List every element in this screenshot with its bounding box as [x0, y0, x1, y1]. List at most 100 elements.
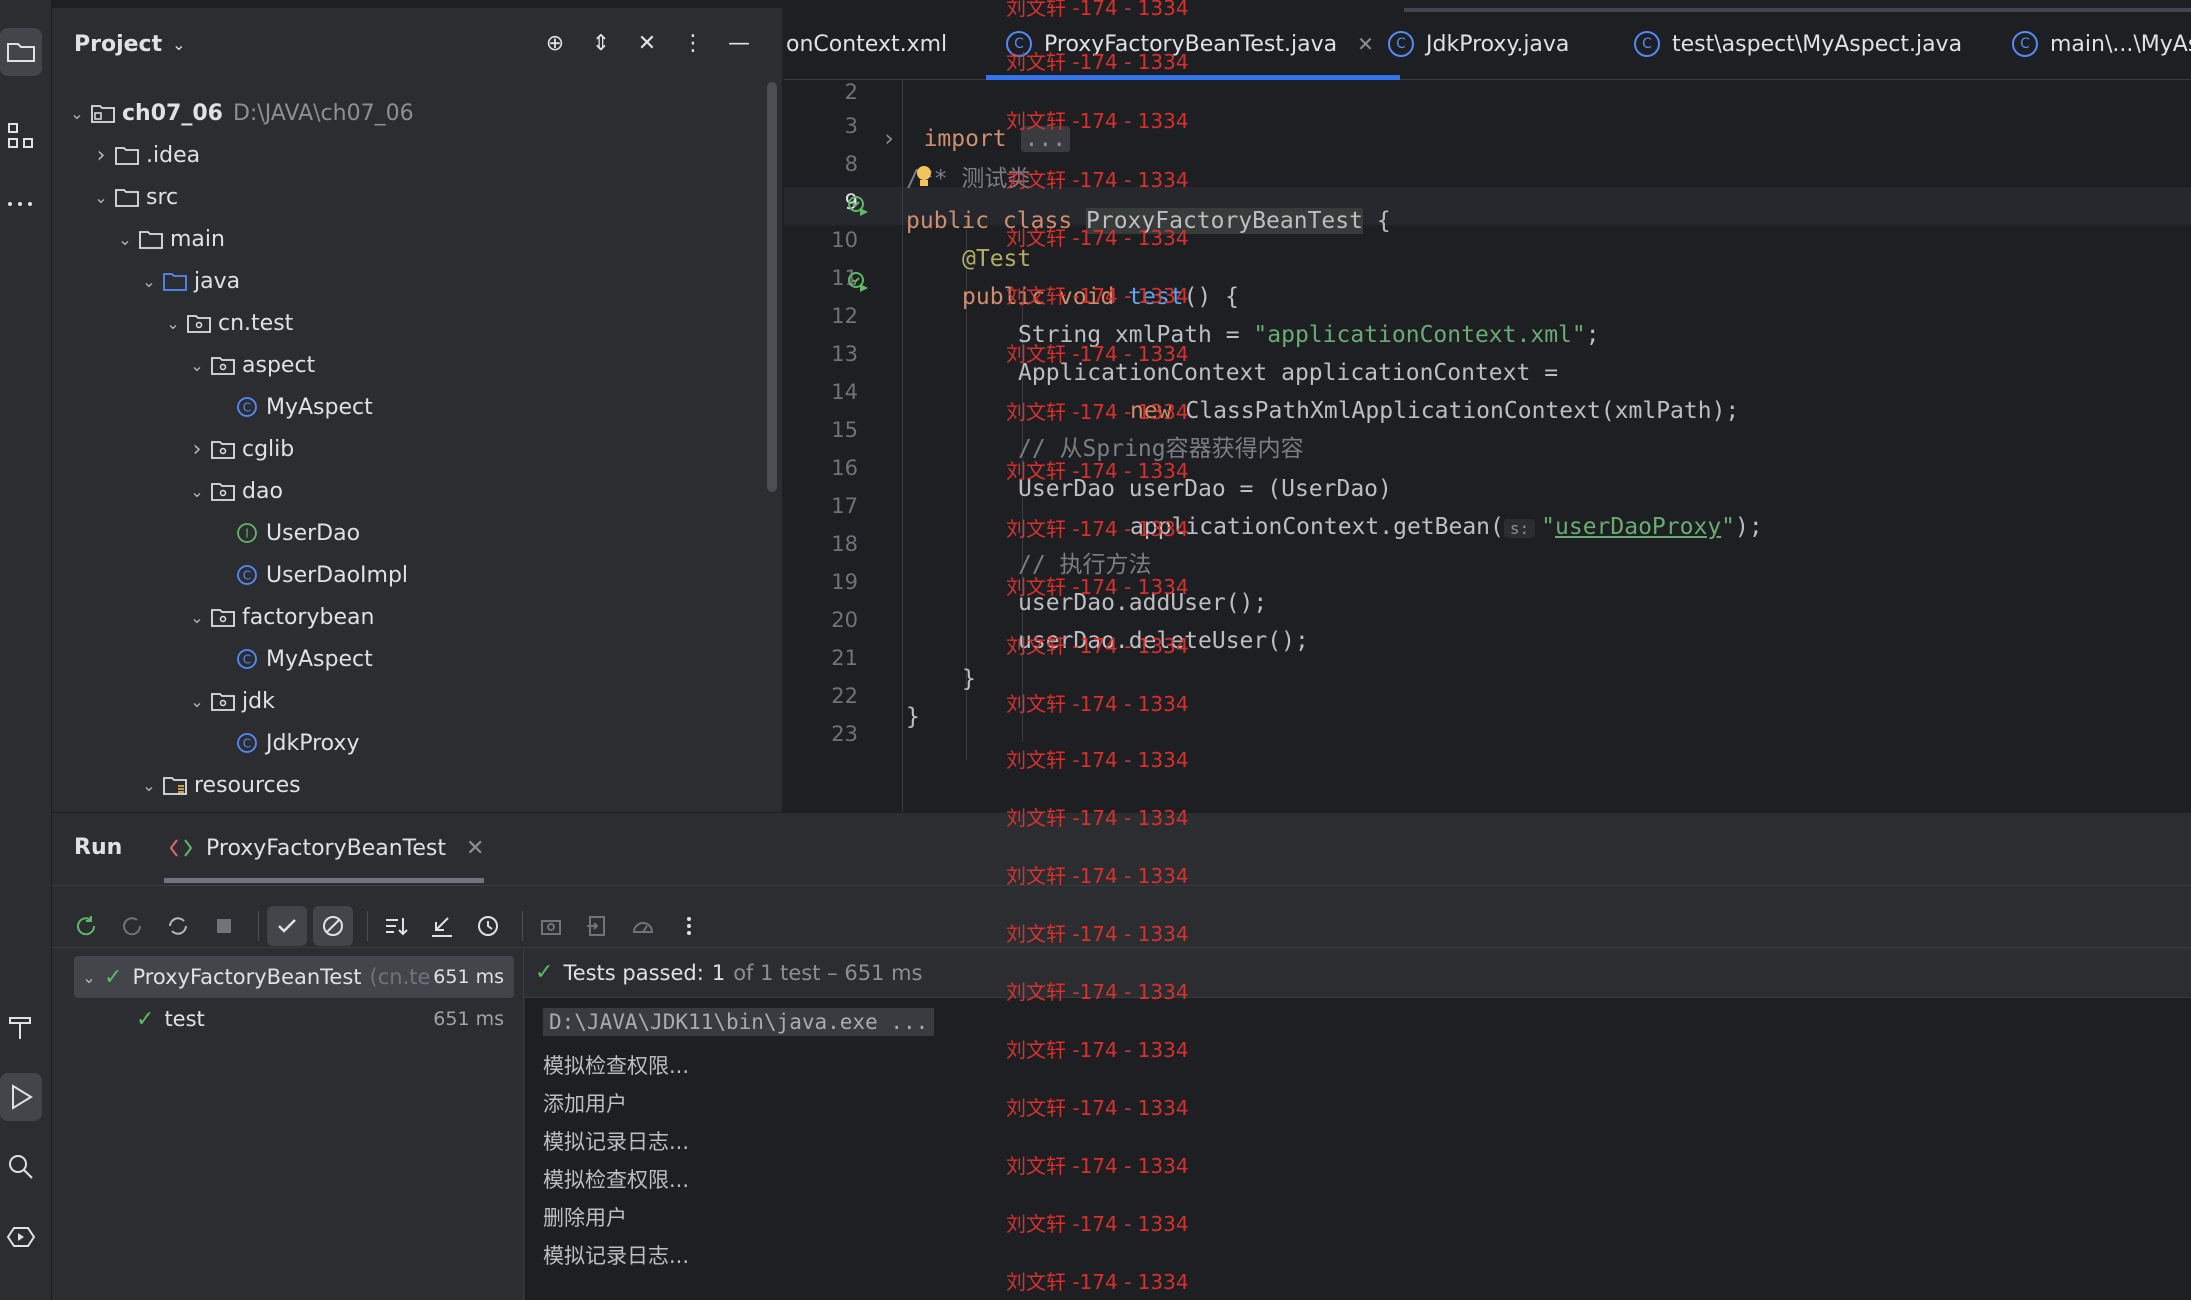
tree-item[interactable]: I UserDao	[208, 512, 360, 554]
line-number[interactable]: 3	[845, 114, 858, 138]
tab-main-myaspect[interactable]: C main\...\MyAs	[2012, 8, 2191, 80]
tree-scrollbar[interactable]	[767, 82, 777, 492]
rerun-button[interactable]	[66, 906, 106, 946]
line-number[interactable]: 10	[831, 228, 858, 252]
screenshot-button[interactable]	[531, 906, 571, 946]
passed-check-icon: ✓	[136, 1006, 155, 1032]
collapse-all-icon[interactable]: ✕	[634, 28, 660, 58]
tree-item-path: D:\JAVA\ch07_06	[232, 100, 414, 126]
tree-item[interactable]: ⌄ java	[136, 260, 240, 302]
code-area[interactable]: › import ... /** 测试类 public class ProxyF…	[882, 80, 2186, 812]
test-method-row[interactable]: ✓ test 651 ms	[74, 998, 514, 1040]
sort-button[interactable]	[376, 906, 416, 946]
find-tool-button[interactable]	[0, 1143, 42, 1191]
tree-item[interactable]: C UserDaoImpl	[208, 554, 408, 596]
locate-icon[interactable]: ⊕	[542, 28, 568, 58]
chevron-down-icon[interactable]: ⌄	[112, 230, 138, 249]
services-tool-button[interactable]	[0, 1213, 42, 1261]
tree-item[interactable]: C JdkProxy	[208, 722, 359, 764]
close-icon[interactable]: ✕	[466, 836, 484, 861]
tree-item[interactable]: ⌄ main	[112, 218, 225, 260]
java-command[interactable]: D:\JAVA\JDK11\bin\java.exe ...	[543, 1008, 935, 1036]
services-icon	[6, 1227, 36, 1247]
code-line-14: new ClassPathXmlApplicationContext(xmlPa…	[1130, 398, 1740, 424]
chevron-down-icon[interactable]: ⌄	[74, 968, 104, 987]
tree-item[interactable]: C MyAspect	[208, 386, 373, 428]
line-number[interactable]: 18	[831, 532, 858, 556]
run-test-gutter-icon[interactable]	[846, 194, 870, 218]
tree-item[interactable]: ⌄ resources	[136, 764, 300, 806]
chevron-down-icon[interactable]: ⌄	[172, 35, 185, 54]
tab-proxyfactorybeantest[interactable]: C ProxyFactoryBeanTest.java ✕	[986, 8, 1400, 80]
line-number[interactable]: 17	[831, 494, 858, 518]
tests-passed-count: 1	[711, 960, 726, 985]
show-ignored-button[interactable]	[313, 906, 353, 946]
tree-item[interactable]: ⌄ ch07_06 D:\JAVA\ch07_06	[64, 92, 414, 134]
import-tests-button[interactable]	[577, 906, 617, 946]
project-title[interactable]: Project	[74, 32, 162, 57]
line-number[interactable]: 14	[831, 380, 858, 404]
chevron-right-icon[interactable]: ›	[88, 143, 114, 168]
console-output[interactable]: ✓ Tests passed: 1 of 1 test – 651 ms D:\…	[525, 948, 2191, 1300]
sort-by-duration-button[interactable]	[468, 906, 508, 946]
rerun-failed-button[interactable]	[112, 906, 152, 946]
tree-item[interactable]: ⌄ dao	[184, 470, 283, 512]
line-number[interactable]: 13	[831, 342, 858, 366]
chevron-down-icon[interactable]: ⌄	[184, 482, 210, 501]
line-number[interactable]: 2	[845, 80, 858, 104]
more-icon	[687, 917, 691, 935]
show-passed-button[interactable]	[267, 906, 307, 946]
line-number[interactable]: 20	[831, 608, 858, 632]
tab-applicationcontext-xml[interactable]: onContext.xml	[786, 8, 947, 80]
tree-item[interactable]: ⌄ cn.test	[160, 302, 293, 344]
tree-item[interactable]: C MyAspect	[208, 638, 373, 680]
chevron-down-icon[interactable]: ⌄	[88, 188, 114, 207]
lightbulb-icon[interactable]	[914, 164, 934, 190]
test-suite-row[interactable]: ⌄ ✓ ProxyFactoryBeanTest (cn.te 651 ms	[74, 956, 514, 998]
hide-icon[interactable]: —	[726, 28, 752, 58]
console-line: 添加用户	[543, 1092, 627, 1116]
run-test-gutter-icon[interactable]	[846, 270, 870, 294]
stop-button[interactable]	[204, 906, 244, 946]
line-number[interactable]: 21	[831, 646, 858, 670]
expand-all-icon[interactable]: ⇕	[588, 28, 614, 58]
run-tool-button[interactable]	[0, 1073, 42, 1121]
line-number[interactable]: 16	[831, 456, 858, 480]
line-number[interactable]: 8	[845, 152, 858, 176]
coverage-button[interactable]	[623, 906, 663, 946]
line-number[interactable]: 12	[831, 304, 858, 328]
chevron-down-icon[interactable]: ⌄	[136, 272, 162, 291]
tree-item[interactable]: ⌄ aspect	[184, 344, 315, 386]
more-options-button[interactable]	[669, 906, 709, 946]
line-number[interactable]: 22	[831, 684, 858, 708]
tab-jdkproxy[interactable]: C JdkProxy.java	[1388, 8, 1569, 80]
options-icon[interactable]: ⋮	[680, 28, 706, 58]
line-number[interactable]: 19	[831, 570, 858, 594]
run-tab[interactable]: ProxyFactoryBeanTest ✕	[164, 813, 485, 883]
close-icon[interactable]: ✕	[1357, 32, 1374, 56]
line-number[interactable]: 15	[831, 418, 858, 442]
chevron-down-icon[interactable]: ⌄	[184, 356, 210, 375]
test-run-icon	[169, 839, 193, 857]
tree-item[interactable]: ⌄ src	[88, 176, 178, 218]
collapse-button[interactable]	[422, 906, 462, 946]
chevron-down-icon[interactable]: ⌄	[184, 608, 210, 627]
tree-item[interactable]: ⌄ jdk	[184, 680, 275, 722]
editor-gutter[interactable]: 2 3 8 9 10 11 12 13 14 15 16 17 18 19 20 21 22 23	[784, 80, 900, 812]
tree-item[interactable]: › cglib	[184, 428, 295, 470]
console-line: 模拟记录日志...	[543, 1244, 690, 1268]
more-tools-button[interactable]	[0, 180, 42, 228]
chevron-down-icon[interactable]: ⌄	[64, 104, 90, 123]
chevron-right-icon[interactable]: ›	[184, 437, 210, 462]
chevron-down-icon[interactable]: ⌄	[184, 692, 210, 711]
toggle-auto-test-button[interactable]	[158, 906, 198, 946]
chevron-down-icon[interactable]: ⌄	[160, 314, 186, 333]
project-tool-button[interactable]	[0, 28, 42, 76]
build-tool-button[interactable]	[0, 1003, 42, 1051]
chevron-down-icon[interactable]: ⌄	[136, 776, 162, 795]
structure-tool-button[interactable]	[0, 112, 42, 160]
tree-item[interactable]: ⌄ factorybean	[184, 596, 374, 638]
tree-item[interactable]: › .idea	[88, 134, 201, 176]
tab-test-myaspect[interactable]: C test\aspect\MyAspect.java	[1634, 8, 1962, 80]
line-number[interactable]: 23	[831, 722, 858, 746]
